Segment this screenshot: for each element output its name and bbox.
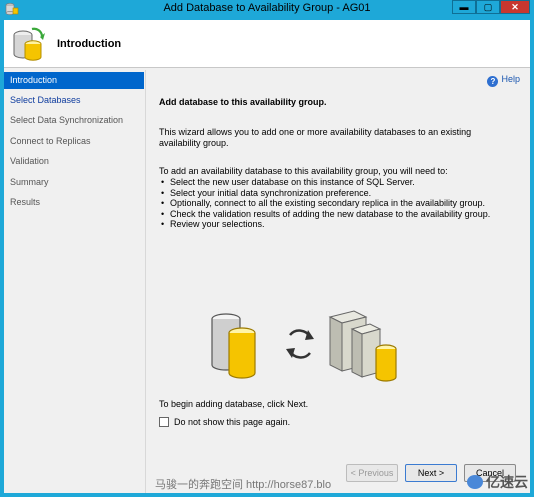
nav-item-select-data-synchronization: Select Data Synchronization — [10, 115, 124, 125]
wizard-nav: Introduction Select Databases Select Dat… — [4, 70, 144, 493]
intro-paragraph: This wizard allows you to add one or mor… — [159, 127, 472, 148]
previous-button[interactable]: < Previous — [346, 464, 398, 482]
next-button[interactable]: Next > — [405, 464, 457, 482]
step-item: Check the validation results of adding t… — [159, 209, 519, 220]
nav-item-results: Results — [10, 197, 41, 207]
content-pane: ? Help Add database to this availability … — [145, 70, 530, 493]
step-item: Optionally, connect to all the existing … — [159, 198, 519, 209]
wizard-body: Introduction Introduction Select Databas… — [4, 20, 530, 493]
site-logo: 亿速云 — [467, 472, 528, 492]
logo-mark-icon — [467, 475, 483, 489]
server-icon — [328, 310, 397, 382]
step-item: Review your selections. — [159, 219, 519, 230]
page-title: Introduction — [57, 38, 122, 50]
begin-instruction: To begin adding database, click Next. — [159, 399, 309, 409]
database-icon — [211, 313, 256, 379]
nav-item-select-databases[interactable]: Select Databases — [4, 92, 144, 109]
maximize-button[interactable]: ▢ — [476, 0, 500, 14]
minimize-button[interactable]: ▬ — [452, 0, 476, 14]
nav-item-connect-to-replicas: Connect to Replicas — [10, 136, 91, 146]
database-wizard-icon — [13, 27, 45, 61]
nav-item-validation: Validation — [10, 156, 49, 166]
title-bar[interactable]: Add Database to Availability Group - AG0… — [0, 0, 534, 18]
steps-intro: To add an availability database to this … — [159, 166, 448, 176]
step-item: Select your initial data synchronization… — [159, 188, 519, 199]
watermark-text: 马骏一的奔跑空间 http://horse87.blo — [155, 479, 332, 491]
intro-heading: Add database to this availability group. — [159, 97, 327, 107]
checkbox-box[interactable] — [159, 417, 169, 427]
checkbox-label: Do not show this page again. — [174, 417, 291, 427]
page-header: Introduction — [4, 20, 530, 68]
nav-item-summary: Summary — [10, 177, 49, 187]
steps-list: Select the new user database on this ins… — [159, 177, 519, 230]
step-item: Select the new user database on this ins… — [159, 177, 519, 188]
do-not-show-checkbox[interactable]: Do not show this page again. — [159, 417, 290, 427]
help-link[interactable]: ? Help — [487, 74, 520, 87]
close-button[interactable]: ✕ — [500, 0, 530, 14]
database-sync-illustration — [211, 310, 397, 382]
wizard-window: Add Database to Availability Group - AG0… — [0, 0, 534, 497]
help-icon: ? — [487, 76, 499, 87]
nav-item-introduction[interactable]: Introduction — [4, 72, 144, 89]
logo-text: 亿速云 — [486, 474, 528, 490]
sync-arrows-icon — [286, 329, 314, 359]
help-label: Help — [501, 74, 520, 84]
